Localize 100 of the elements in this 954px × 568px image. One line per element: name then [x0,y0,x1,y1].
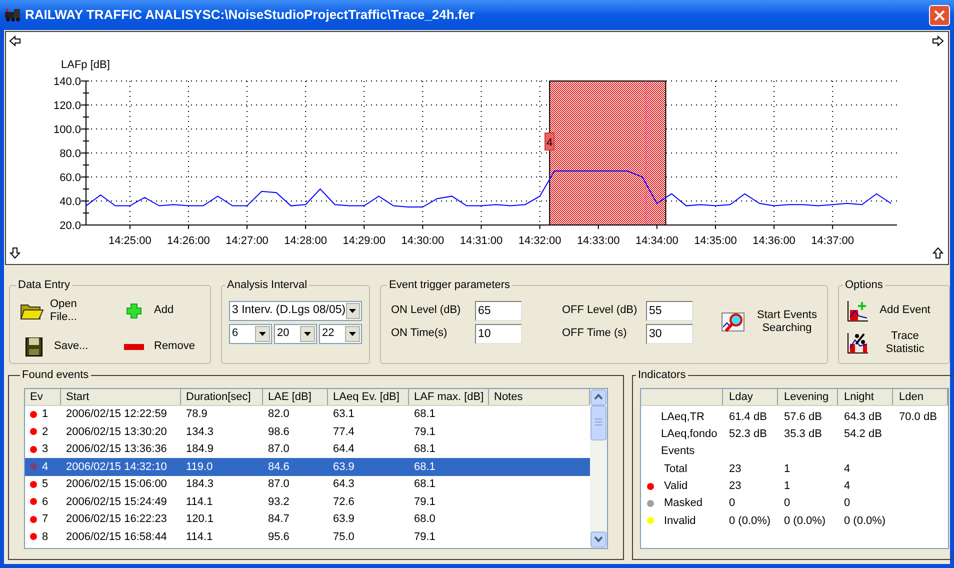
table-cell-text: 3 [42,442,48,457]
table-cell-text: 120.1 [185,512,215,527]
column-header[interactable]: Start [61,388,181,404]
group-title: Options [844,278,884,293]
table-cell-text: 184.3 [185,477,215,492]
table-cell-text: 114.1 [185,494,214,510]
tick-label: 14:36:00 [752,235,796,247]
dropdown[interactable]: 6 [229,324,272,344]
tick-label: 100.0 [53,124,81,136]
input-field[interactable]: 30 [646,324,693,344]
table-cell-text: 93.2 [267,494,290,510]
table-cell-text: 63.1 [332,407,356,422]
table-cell-text: 7 [42,512,48,527]
train-icon [4,8,21,22]
group-title: Indicators [637,368,687,383]
add-event-button[interactable]: Add Event [847,298,941,324]
chart-percent-icon [847,332,869,354]
table-cell-text: 64.3 dB [843,410,883,425]
column-header[interactable]: Levening [778,388,838,404]
table-cell-text: 68.1 [413,460,436,474]
axis-title: LAFp [dB] [61,59,110,71]
table-cell-text: 119.0 [185,460,214,474]
column-header[interactable]: Lnight [838,388,893,404]
table-cell-text: 114.1 [185,530,214,544]
tick-label: 14:25:00 [108,235,152,247]
arrow-down-icon[interactable] [9,248,21,259]
table-cell-text: 2006/02/15 15:06:00 [65,477,168,492]
dropdown[interactable]: 20 [274,324,317,344]
table-cell-text: 134.3 [185,424,215,440]
table-cell-text: 1 [42,407,48,422]
table-cell-text: 84.7 [267,512,290,527]
column-header[interactable]: Lday [723,388,778,404]
open-button[interactable]: Open File... [20,296,112,326]
table-cell-text: 75.0 [332,530,356,544]
column-header[interactable]: Lden [893,388,948,404]
close-button[interactable] [929,4,950,26]
table-cell-text: 79.1 [413,530,436,544]
remove-button[interactable]: Remove [120,332,200,362]
table-cell-text: 70.0 dB [898,410,938,425]
table-row[interactable]: 6 2006/02/15 15:24:49 114.1 93.2 72.6 79.1 [25,493,590,510]
window-title: RAILWAY TRAFFIC ANALISYSC:\NoiseStudioProjectTraffic\Trace_24h.fer [25,6,476,24]
table-cell-text: 54.2 dB [843,427,883,442]
tick-label: 14:35:00 [694,235,737,247]
table-cell-text: 0 (0.0%) [728,514,772,529]
column-header[interactable]: LAF max. [dB] [409,388,489,404]
event-marker[interactable]: 4 [544,132,554,150]
caret-down-icon [304,332,311,336]
table-cell-text: 0 (0.0%) [843,514,887,529]
table-cell-text: 184.9 [185,442,215,457]
search-button[interactable]: Start Events Searching [721,309,817,335]
row-label: LAeq,TR [660,410,704,425]
arrow-left-icon[interactable] [9,35,20,47]
table-cell-text: 2006/02/15 12:22:59 [65,407,168,422]
dropdown[interactable]: 22 [319,324,362,344]
table-row[interactable]: 1 2006/02/15 12:22:59 78.9 82.0 63.1 68.1 [25,406,590,423]
table-cell-text: 61.4 dB [728,410,768,425]
row-label: Valid [663,479,688,494]
magnifier-chart-icon [721,311,745,333]
arrow-up-icon[interactable] [932,247,944,258]
column-header[interactable]: Ev [25,388,61,404]
save-button[interactable]: Save... [20,332,120,362]
table-row[interactable]: 7 2006/02/15 16:22:23 120.1 84.7 63.9 68.0 [25,510,590,528]
group-title: Found events [21,368,90,383]
table-cell-text: 2006/02/15 13:36:36 [65,442,168,457]
column-header[interactable]: Duration[sec] [181,388,263,404]
column-header[interactable]: LAeq Ev. [dB] [328,388,409,404]
add-button[interactable]: Add [120,296,200,326]
dropdown[interactable]: 3 Interv. (D.Lgs 08/05) [229,300,362,320]
table-cell-text: 2006/02/15 14:32:10 [65,460,168,474]
table-cell-text: 4 [42,460,48,474]
table-row[interactable]: 2 2006/02/15 13:30:20 134.3 98.6 77.4 79.1 [25,423,590,440]
table-cell-text: 8 [42,530,48,544]
arrow-right-icon[interactable] [932,35,944,47]
table-cell-text: 79.1 [413,424,436,440]
field-label: OFF Level (dB) [562,303,638,318]
tick-label: 20.0 [60,220,81,232]
column-header[interactable]: LAE [dB] [263,388,328,404]
caret-down-icon [349,308,356,312]
tick-label: 14:31:00 [460,235,503,247]
caret-down-icon [259,332,266,336]
caret-down-icon [349,332,356,336]
input-field[interactable]: 65 [475,300,522,320]
table-cell-text: 2006/02/15 13:30:20 [65,424,168,440]
table-cell-text: 79.1 [413,494,436,510]
table-cell-text: 78.9 [185,407,208,422]
table-row[interactable]: 3 2006/02/15 13:36:36 184.9 87.0 64.4 68.1 [25,440,590,458]
table-cell-text: 77.4 [332,424,356,440]
table-cell-text: 4 [843,479,852,494]
table-row[interactable]: 5 2006/02/15 15:06:00 184.3 87.0 64.3 68.1 [25,476,590,493]
table-row[interactable]: 8 2006/02/15 16:58:44 114.1 95.6 75.0 79.1 [25,528,590,546]
table-row[interactable]: 4 2006/02/15 14:32:10 119.0 84.6 63.9 68.1 [25,458,590,476]
tick-label: 120.0 [53,100,81,112]
group-title: Data Entry [17,278,71,293]
tick-label: 14:29:00 [342,235,386,247]
input-field[interactable]: 10 [475,324,522,344]
scrollbar[interactable] [590,388,607,548]
statistic-button[interactable]: Trace Statistic [847,330,941,356]
input-field[interactable]: 55 [646,300,693,320]
table-cell-text: 0 [843,496,852,512]
table-cell-text: 0 [783,496,792,512]
